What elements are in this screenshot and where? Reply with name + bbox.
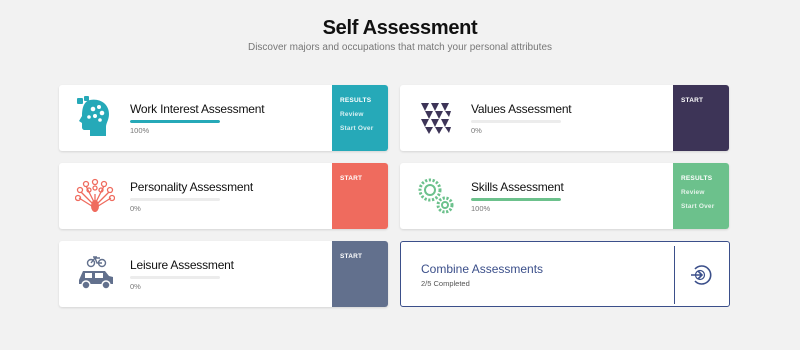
card-action-panel: START xyxy=(332,241,388,307)
gears-icon xyxy=(416,173,456,219)
progress-percent: 0% xyxy=(471,126,482,135)
review-link[interactable]: Review xyxy=(340,108,388,122)
start-button[interactable]: START xyxy=(681,94,729,108)
progress-percent: 100% xyxy=(471,204,491,213)
review-link[interactable]: Review xyxy=(681,186,729,200)
card-skills: Skills Assessment 100% RESULTS Review St… xyxy=(400,163,729,229)
progress-bar xyxy=(471,120,561,123)
card-values: Values Assessment 0% START xyxy=(400,85,729,151)
card-action-panel: RESULTS Review Start Over xyxy=(332,85,388,151)
start-button[interactable]: START xyxy=(340,172,388,186)
car-bike-icon xyxy=(75,251,115,297)
card-action-panel: START xyxy=(332,163,388,229)
card-title: Work Interest Assessment xyxy=(130,102,265,116)
combine-status: 2/5 Completed xyxy=(421,279,470,288)
card-title: Leisure Assessment xyxy=(130,258,234,272)
head-puzzle-icon xyxy=(75,95,115,141)
progress-bar xyxy=(471,198,561,201)
results-link[interactable]: RESULTS xyxy=(681,172,729,186)
results-link[interactable]: RESULTS xyxy=(340,94,388,108)
progress-percent: 0% xyxy=(130,204,141,213)
start-button[interactable]: START xyxy=(340,250,388,264)
card-personality: Personality Assessment 0% START xyxy=(59,163,388,229)
peacock-icon xyxy=(75,173,115,219)
progress-bar xyxy=(130,120,220,123)
page-title: Self Assessment xyxy=(322,17,478,39)
card-action-panel: START xyxy=(673,85,729,151)
combine-title: Combine Assessments xyxy=(421,262,544,276)
card-title: Values Assessment xyxy=(471,102,572,116)
card-action-panel: RESULTS Review Start Over xyxy=(673,163,729,229)
start-over-link[interactable]: Start Over xyxy=(681,200,729,214)
progress-bar xyxy=(130,198,220,201)
progress-percent: 0% xyxy=(130,282,141,291)
progress-bar xyxy=(130,276,220,279)
divider xyxy=(674,246,675,304)
card-title: Skills Assessment xyxy=(471,180,564,194)
triangles-icon xyxy=(416,95,456,141)
combine-assessments-card[interactable]: Combine Assessments 2/5 Completed xyxy=(400,241,730,307)
enter-circle-icon[interactable] xyxy=(688,263,712,287)
progress-percent: 100% xyxy=(130,126,150,135)
page-subtitle: Discover majors and occupations that mat… xyxy=(247,42,553,53)
card-work-interest: Work Interest Assessment 100% RESULTS Re… xyxy=(59,85,388,151)
card-leisure: Leisure Assessment 0% START xyxy=(59,241,388,307)
card-title: Personality Assessment xyxy=(130,180,253,194)
start-over-link[interactable]: Start Over xyxy=(340,122,388,136)
